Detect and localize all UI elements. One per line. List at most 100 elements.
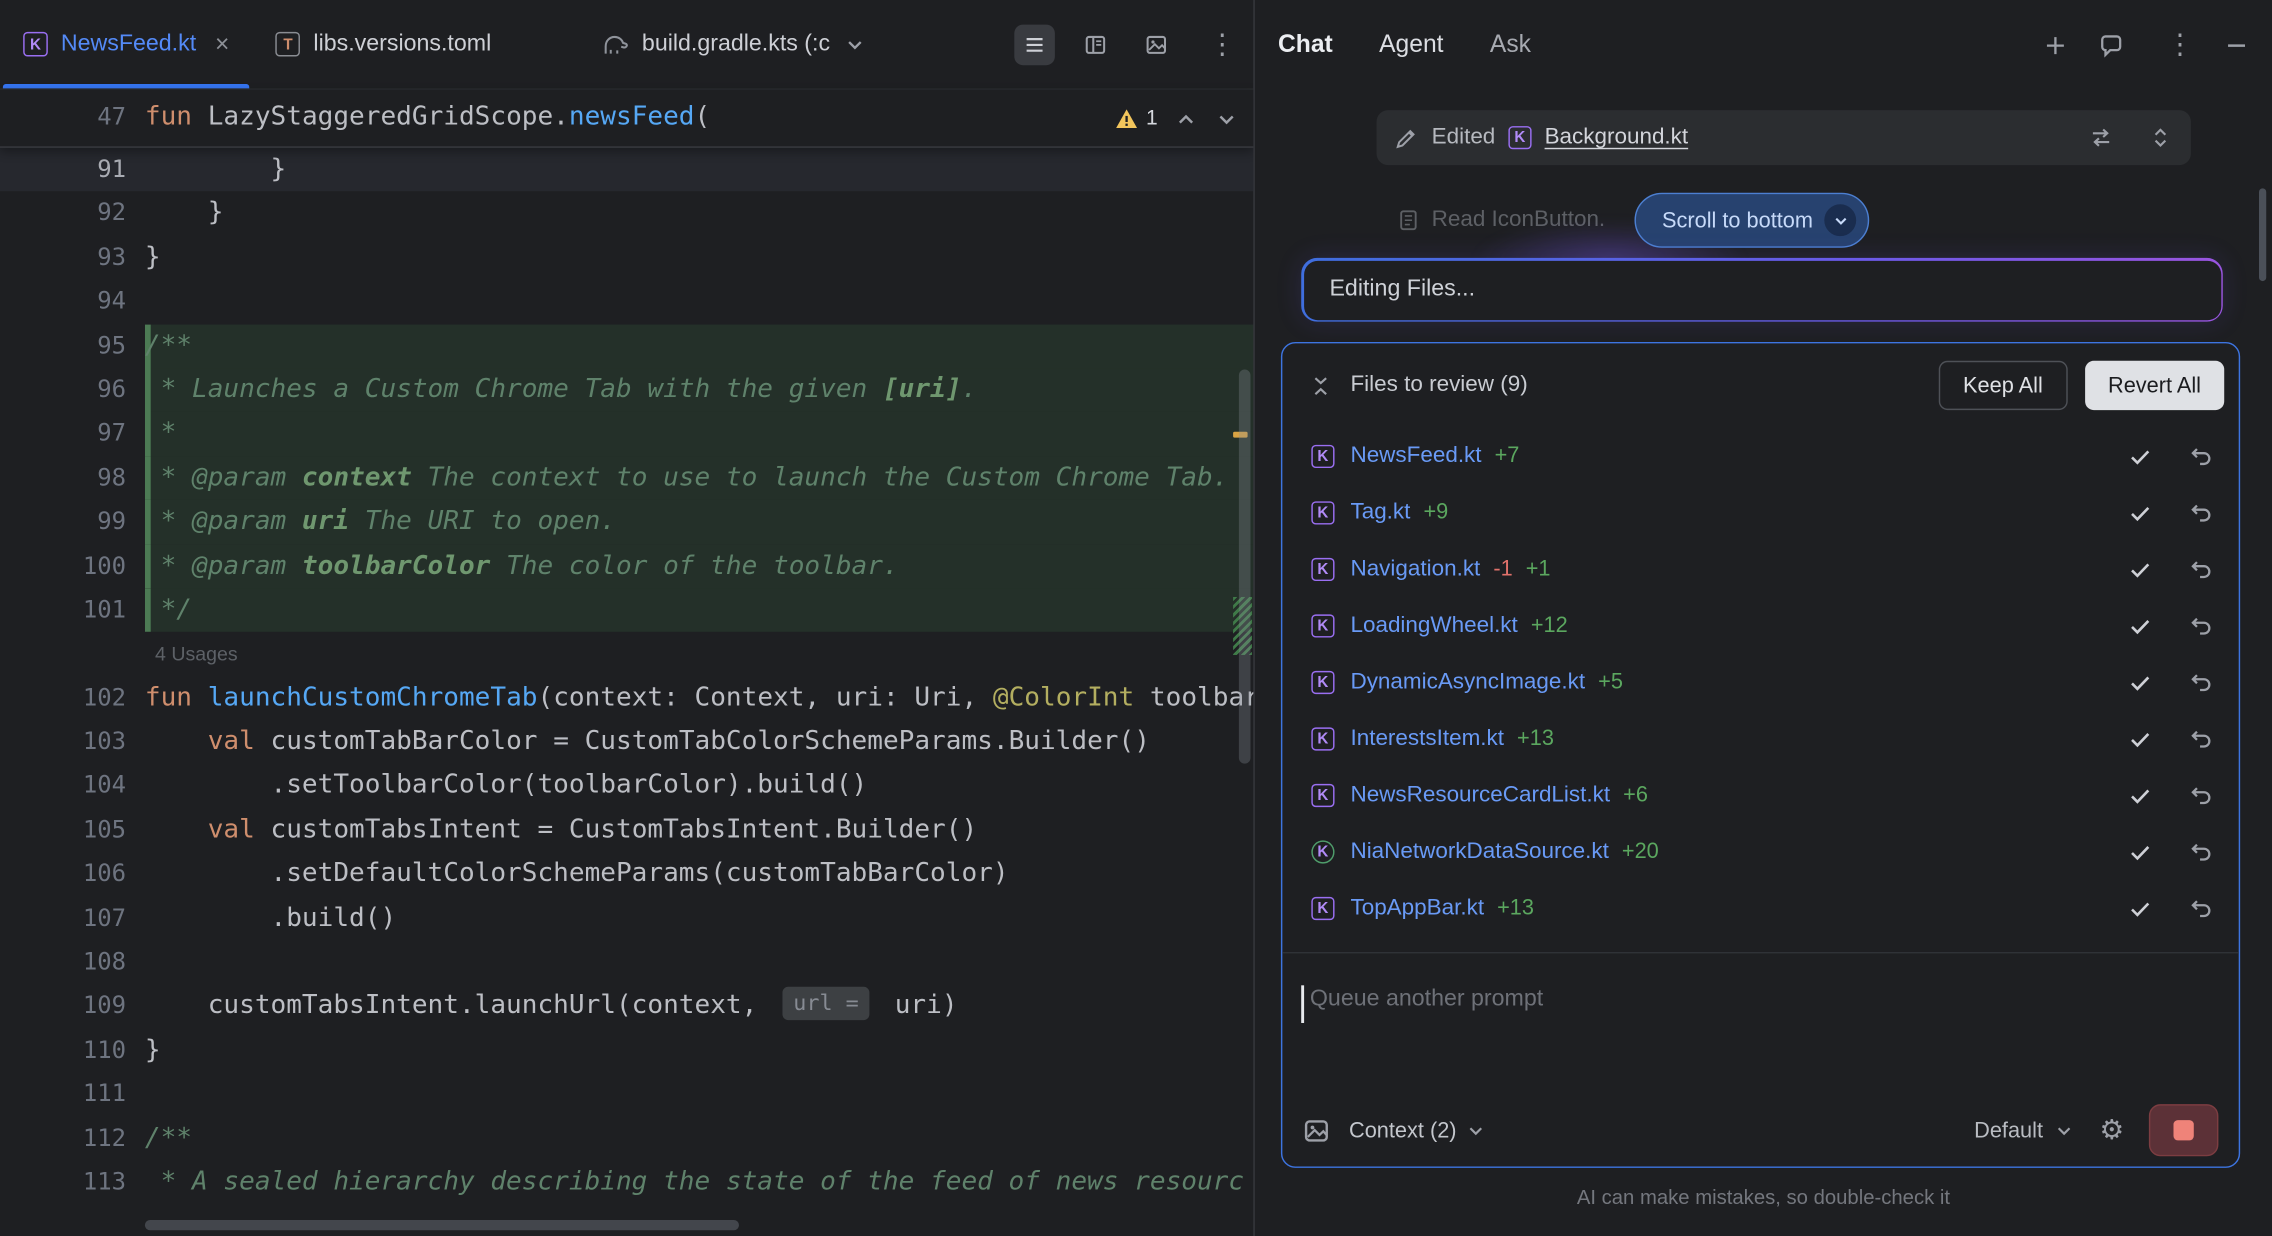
tab-newsfeed[interactable]: K NewsFeed.kt × [0,0,253,88]
file-row[interactable]: KNewsFeed.kt+7 [1282,427,2238,484]
tab-ask[interactable]: Ask [1490,30,1531,59]
file-link[interactable]: LoadingWheel.kt [1350,612,1517,638]
revert-file-icon[interactable] [2187,499,2216,525]
code-line[interactable]: 100 * @param toolbarColor The color of t… [0,544,1253,588]
usages-hint[interactable]: 4 Usages [145,643,238,665]
approve-check-icon[interactable] [2126,725,2155,751]
tab-agent[interactable]: Agent [1379,30,1443,59]
read-file-row[interactable]: Read IconButton. [1397,203,1605,238]
code-line[interactable]: 112/** [0,1117,1253,1161]
tab-build-gradle[interactable]: build.gradle.kts (:c [578,0,889,88]
code-line[interactable]: 91 } [0,148,1253,192]
approve-check-icon[interactable] [2126,556,2155,582]
chevron-up-icon[interactable] [1174,107,1199,132]
chevron-down-icon[interactable] [2053,1119,2075,1141]
tab-libs-versions[interactable]: T libs.versions.toml [253,0,515,88]
revert-file-icon[interactable] [2187,782,2216,808]
code-line[interactable]: 103 val customTabBarColor = CustomTabCol… [0,720,1253,764]
approve-check-icon[interactable] [2126,612,2155,638]
split-view-icon[interactable] [1075,25,1116,66]
file-row[interactable]: KInterestsItem.kt+13 [1282,710,2238,767]
revert-file-icon[interactable] [2187,838,2216,864]
context-button[interactable]: Context (2) [1349,1118,1457,1143]
chevron-down-icon[interactable] [843,33,866,56]
model-selector[interactable]: Default [1974,1118,2043,1143]
list-view-icon[interactable] [1014,25,1055,66]
file-row[interactable]: KNewsResourceCardList.kt+6 [1282,767,2238,824]
file-link[interactable]: InterestsItem.kt [1350,725,1504,751]
code-line[interactable]: 113 * A sealed hierarchy describing the … [0,1161,1253,1205]
edited-file-link[interactable]: Background.kt [1545,125,1689,151]
file-link[interactable]: TopAppBar.kt [1350,895,1484,921]
collapse-all-icon[interactable] [1308,373,1333,398]
revert-file-icon[interactable] [2187,556,2216,582]
code-line[interactable]: 108 [0,940,1253,984]
more-kebab-icon[interactable]: ⋮ [2166,31,2194,59]
sticky-line[interactable]: 47 fun LazyStaggeredGridScope.newsFeed( … [0,90,1253,148]
approve-check-icon[interactable] [2126,895,2155,921]
revert-file-icon[interactable] [2187,669,2216,695]
revert-file-icon[interactable] [2187,895,2216,921]
history-bubble-icon[interactable] [2098,32,2124,58]
usages-inlay[interactable]: 4 Usages [0,632,1253,676]
image-attach-icon[interactable] [1303,1116,1331,1144]
code-line[interactable]: 99 * @param uri The URI to open. [0,500,1253,544]
file-row[interactable]: KDynamicAsyncImage.kt+5 [1282,653,2238,710]
file-link[interactable]: Navigation.kt [1350,556,1480,582]
file-row[interactable]: KTag.kt+9 [1282,484,2238,541]
code-line[interactable]: 105 val customTabsIntent = CustomTabsInt… [0,808,1253,852]
file-row[interactable]: KNavigation.kt-1+1 [1282,540,2238,597]
code-line[interactable]: 111 [0,1073,1253,1117]
code-line[interactable]: 110} [0,1029,1253,1073]
code-line[interactable]: 93} [0,236,1253,280]
approve-check-icon[interactable] [2126,443,2155,469]
warning-icon[interactable] [1114,107,1139,130]
file-row[interactable]: KLoadingWheel.kt+12 [1282,597,2238,654]
chevron-down-icon[interactable] [1214,107,1239,132]
gear-icon[interactable]: ⚙ [2100,1116,2125,1144]
file-row[interactable]: KTopAppBar.kt+13 [1282,880,2238,937]
chat-scrollbar[interactable] [2259,188,2266,281]
tab-chat[interactable]: Chat [1278,30,1333,59]
code-line[interactable]: 95/** [0,324,1253,368]
revert-file-icon[interactable] [2187,725,2216,751]
scroll-to-bottom-button[interactable]: Scroll to bottom [1634,193,1869,248]
chevron-down-icon[interactable] [1465,1119,1487,1141]
file-link[interactable]: DynamicAsyncImage.kt [1350,669,1585,695]
file-row[interactable]: KNiaNetworkDataSource.kt+20 [1282,823,2238,880]
keep-all-button[interactable]: Keep All [1938,361,2067,410]
code-line[interactable]: 94 [0,280,1253,324]
approve-check-icon[interactable] [2126,669,2155,695]
code-editor[interactable]: 91 }92 }93}9495/**96 * Launches a Custom… [0,148,1253,1205]
revert-all-button[interactable]: Revert All [2085,361,2224,410]
file-link[interactable]: NewsResourceCardList.kt [1350,782,1610,808]
code-line[interactable]: 96 * Launches a Custom Chrome Tab with t… [0,368,1253,412]
approve-check-icon[interactable] [2126,499,2155,525]
new-chat-plus-icon[interactable] [2043,33,2068,58]
preview-image-icon[interactable] [1136,25,1177,66]
approve-check-icon[interactable] [2126,838,2155,864]
stop-button[interactable] [2149,1104,2219,1156]
code-line[interactable]: 104 .setToolbarColor(toolbarColor).build… [0,764,1253,808]
code-line[interactable]: 101 */ [0,588,1253,632]
revert-file-icon[interactable] [2187,612,2216,638]
code-line[interactable]: 98 * @param context The context to use t… [0,456,1253,500]
prompt-input[interactable]: Queue another prompt [1300,975,2222,1033]
hide-panel-icon[interactable] [2224,33,2249,58]
code-line[interactable]: 109 customTabsIntent.launchUrl(context, … [0,984,1253,1028]
more-kebab-icon[interactable]: ⋮ [1208,31,1236,59]
edited-file-card[interactable]: Edited K Background.kt [1377,110,2191,165]
code-line[interactable]: 107 .build() [0,896,1253,940]
file-link[interactable]: NewsFeed.kt [1350,443,1481,469]
file-link[interactable]: NiaNetworkDataSource.kt [1350,838,1608,864]
code-line[interactable]: 92 } [0,192,1253,236]
open-diff-icon[interactable] [2088,125,2114,151]
horizontal-scrollbar[interactable] [145,1220,739,1230]
vertical-scrollbar[interactable] [1239,369,1251,763]
revert-file-icon[interactable] [2187,443,2216,469]
approve-check-icon[interactable] [2126,782,2155,808]
expand-collapse-icon[interactable] [2147,125,2173,151]
code-line[interactable]: 102fun launchCustomChromeTab(context: Co… [0,676,1253,720]
code-line[interactable]: 97 * [0,412,1253,456]
file-link[interactable]: Tag.kt [1350,499,1410,525]
